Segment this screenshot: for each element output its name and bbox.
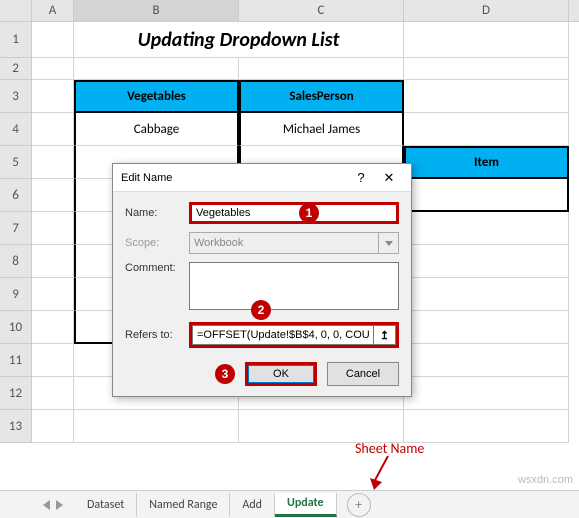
header-vegetables[interactable]: Vegetables	[74, 80, 239, 113]
scope-label: Scope:	[125, 237, 189, 249]
scope-select: Workbook	[189, 232, 399, 254]
cell-d11[interactable]	[404, 344, 569, 377]
row-header-1[interactable]: 1	[0, 22, 32, 58]
row-header-8[interactable]: 8	[0, 245, 32, 278]
refers-to-wrap: ↥	[189, 322, 399, 348]
cell-a11[interactable]	[32, 344, 74, 377]
cell-d9[interactable]	[404, 278, 569, 311]
tab-update[interactable]: Update	[275, 493, 337, 517]
tab-add[interactable]: Add	[230, 493, 275, 517]
cell-d10[interactable]	[404, 311, 569, 344]
row-header-3[interactable]: 3	[0, 80, 32, 113]
header-salesperson[interactable]: SalesPerson	[239, 80, 404, 113]
cell-d7[interactable]	[404, 212, 569, 245]
arrow-icon	[370, 456, 400, 490]
cell-b4[interactable]: Cabbage	[74, 113, 239, 146]
cell-a3[interactable]	[32, 80, 74, 113]
cell-d2[interactable]	[404, 58, 569, 80]
sheet-name-annotation: Sheet Name	[355, 440, 424, 457]
cell-a8[interactable]	[32, 245, 74, 278]
comment-input[interactable]	[189, 262, 399, 310]
ok-button[interactable]: OK	[245, 362, 317, 386]
cell-b13[interactable]	[74, 410, 239, 443]
row-header-5[interactable]: 5	[0, 146, 32, 179]
header-item[interactable]: Item	[404, 146, 569, 179]
name-label: Name:	[125, 207, 189, 219]
col-header-a[interactable]: A	[32, 0, 74, 21]
cell-a1[interactable]	[32, 22, 74, 58]
row-header-12[interactable]: 12	[0, 377, 32, 410]
cell-a13[interactable]	[32, 410, 74, 443]
row-header-7[interactable]: 7	[0, 212, 32, 245]
row-header-2[interactable]: 2	[0, 58, 32, 80]
cell-a12[interactable]	[32, 377, 74, 410]
row-header-9[interactable]: 9	[0, 278, 32, 311]
callout-3: 3	[215, 364, 235, 384]
collapse-dialog-icon[interactable]: ↥	[374, 325, 396, 345]
edit-name-dialog: Edit Name ? ✕ Name: 1 Scope: Workbook Co…	[112, 163, 412, 397]
tab-nav-prev-icon[interactable]	[43, 500, 50, 510]
cell-d13[interactable]	[404, 410, 569, 443]
col-header-d[interactable]: D	[404, 0, 569, 21]
dialog-titlebar[interactable]: Edit Name ? ✕	[113, 164, 411, 192]
cell-a4[interactable]	[32, 113, 74, 146]
cell-d12[interactable]	[404, 377, 569, 410]
callout-2: 2	[251, 300, 271, 320]
refers-to-input[interactable]	[192, 325, 374, 345]
col-header-b[interactable]: B	[74, 0, 239, 21]
title-cell[interactable]: Updating Dropdown List	[74, 22, 404, 58]
cell-a2[interactable]	[32, 58, 74, 80]
cell-d8[interactable]	[404, 245, 569, 278]
ok-button-label: OK	[248, 365, 314, 383]
cell-b2[interactable]	[74, 58, 239, 80]
cell-c4[interactable]: Michael James	[239, 113, 404, 146]
cell-a6[interactable]	[32, 179, 74, 212]
cell-a5[interactable]	[32, 146, 74, 179]
row-header-10[interactable]: 10	[0, 311, 32, 344]
dialog-body: Name: 1 Scope: Workbook Comment: 2 Refer…	[113, 192, 411, 396]
select-all-corner[interactable]	[0, 0, 32, 21]
cell-d4[interactable]	[404, 113, 569, 146]
new-sheet-button[interactable]: +	[347, 493, 371, 517]
cell-d3[interactable]	[404, 80, 569, 113]
watermark: wsxdn.com	[518, 474, 573, 486]
cell-c13[interactable]	[239, 410, 404, 443]
close-icon[interactable]: ✕	[375, 170, 403, 186]
cell-a7[interactable]	[32, 212, 74, 245]
callout-1: 1	[299, 203, 319, 223]
row-header-13[interactable]: 13	[0, 410, 32, 443]
cell-c2[interactable]	[239, 58, 404, 80]
dialog-title: Edit Name	[121, 172, 347, 184]
comment-label: Comment:	[125, 262, 189, 274]
row-header-11[interactable]: 11	[0, 344, 32, 377]
cancel-button[interactable]: Cancel	[327, 362, 399, 386]
col-header-c[interactable]: C	[239, 0, 404, 21]
cell-a10[interactable]	[32, 311, 74, 344]
sheet-tab-bar: Dataset Named Range Add Update +	[0, 490, 579, 518]
tab-dataset[interactable]: Dataset	[75, 493, 137, 517]
cell-a9[interactable]	[32, 278, 74, 311]
cell-d1[interactable]	[404, 22, 569, 58]
row-header-4[interactable]: 4	[0, 113, 32, 146]
cell-d6[interactable]	[404, 179, 569, 212]
tab-nav-next-icon[interactable]	[56, 500, 63, 510]
column-header-row: A B C D	[0, 0, 579, 22]
scope-value: Workbook	[194, 237, 243, 249]
chevron-down-icon	[378, 233, 398, 253]
refers-label: Refers to:	[125, 329, 189, 341]
tab-named-range[interactable]: Named Range	[137, 493, 230, 517]
name-input[interactable]	[189, 202, 399, 224]
help-icon[interactable]: ?	[347, 170, 375, 185]
row-header-6[interactable]: 6	[0, 179, 32, 212]
